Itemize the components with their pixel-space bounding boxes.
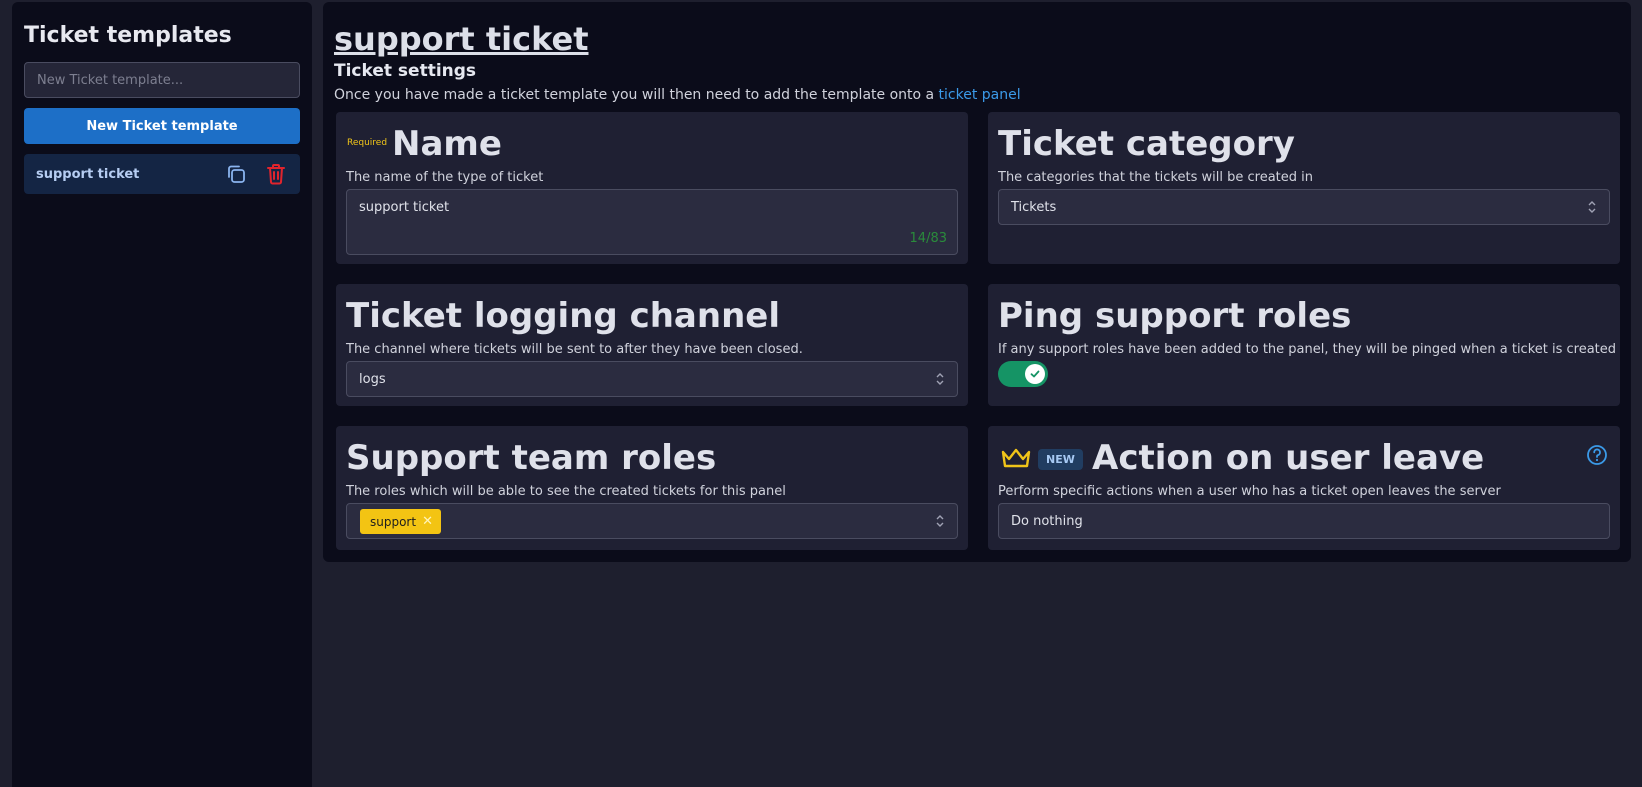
logging-channel-value: logs bbox=[359, 372, 386, 387]
logging-channel-description: The channel where tickets will be sent t… bbox=[346, 342, 803, 357]
role-tag: support ✕ bbox=[360, 509, 441, 534]
section-description: Once you have made a ticket template you… bbox=[334, 87, 1021, 103]
support-team-roles-card: Support team roles The roles which will … bbox=[336, 426, 968, 550]
remove-tag-icon[interactable]: ✕ bbox=[422, 514, 433, 529]
ping-support-roles-title: Ping support roles bbox=[998, 296, 1352, 336]
delete-icon[interactable] bbox=[266, 163, 286, 185]
ticket-category-value: Tickets bbox=[1011, 200, 1057, 215]
sidebar-title: Ticket templates bbox=[24, 23, 232, 48]
name-title: Name bbox=[392, 124, 502, 164]
character-counter: 14/83 bbox=[909, 231, 947, 246]
ticket-category-description: The categories that the tickets will be … bbox=[998, 170, 1313, 185]
ticket-category-select[interactable]: Tickets bbox=[998, 189, 1610, 225]
action-on-user-leave-value: Do nothing bbox=[1011, 514, 1083, 529]
crown-icon bbox=[1001, 448, 1031, 468]
support-team-roles-description: The roles which will be able to see the … bbox=[346, 484, 786, 499]
chevron-updown-icon bbox=[936, 515, 944, 527]
sidebar-item-support-ticket[interactable]: support ticket bbox=[24, 154, 300, 194]
sidebar-item-label: support ticket bbox=[36, 166, 140, 182]
help-icon[interactable] bbox=[1586, 444, 1608, 466]
name-field-value: support ticket bbox=[359, 200, 450, 215]
chevron-updown-icon bbox=[936, 373, 944, 385]
required-label: Required bbox=[347, 138, 388, 148]
support-team-roles-select[interactable]: support ✕ bbox=[346, 503, 958, 539]
check-icon bbox=[1025, 364, 1045, 384]
logging-channel-card: Ticket logging channel The channel where… bbox=[336, 284, 968, 406]
new-template-input[interactable] bbox=[24, 62, 300, 98]
ping-support-roles-description: If any support roles have been added to … bbox=[998, 342, 1617, 357]
action-on-user-leave-card: NEW Action on user leave Perform specifi… bbox=[988, 426, 1620, 550]
action-on-user-leave-select[interactable]: Do nothing bbox=[998, 503, 1610, 539]
chevron-updown-icon bbox=[1588, 201, 1596, 213]
ping-support-roles-card: Ping support roles If any support roles … bbox=[988, 284, 1620, 406]
ticket-panel-link[interactable]: ticket panel bbox=[939, 87, 1021, 103]
logging-channel-title: Ticket logging channel bbox=[346, 296, 780, 336]
sidebar: Ticket templates New Ticket template sup… bbox=[12, 2, 312, 787]
new-template-button[interactable]: New Ticket template bbox=[24, 108, 300, 144]
role-tag-label: support bbox=[370, 514, 417, 529]
ticket-category-title: Ticket category bbox=[998, 124, 1295, 164]
support-team-roles-title: Support team roles bbox=[346, 438, 717, 478]
ticket-category-card: Ticket category The categories that the … bbox=[988, 112, 1620, 264]
section-description-text: Once you have made a ticket template you… bbox=[334, 87, 939, 103]
action-on-user-leave-description: Perform specific actions when a user who… bbox=[998, 484, 1501, 499]
logging-channel-select[interactable]: logs bbox=[346, 361, 958, 397]
name-field[interactable]: support ticket 14/83 bbox=[346, 189, 958, 255]
new-badge: NEW bbox=[1038, 449, 1083, 470]
section-title: Ticket settings bbox=[334, 61, 477, 81]
name-card: Required Name The name of the type of ti… bbox=[336, 112, 968, 264]
action-on-user-leave-title: Action on user leave bbox=[1092, 438, 1485, 478]
main-panel: support ticket Ticket settings Once you … bbox=[323, 2, 1631, 562]
page-title: support ticket bbox=[334, 20, 589, 58]
copy-icon[interactable] bbox=[226, 164, 246, 184]
name-description: The name of the type of ticket bbox=[346, 170, 544, 185]
ping-support-roles-toggle[interactable] bbox=[998, 361, 1048, 387]
